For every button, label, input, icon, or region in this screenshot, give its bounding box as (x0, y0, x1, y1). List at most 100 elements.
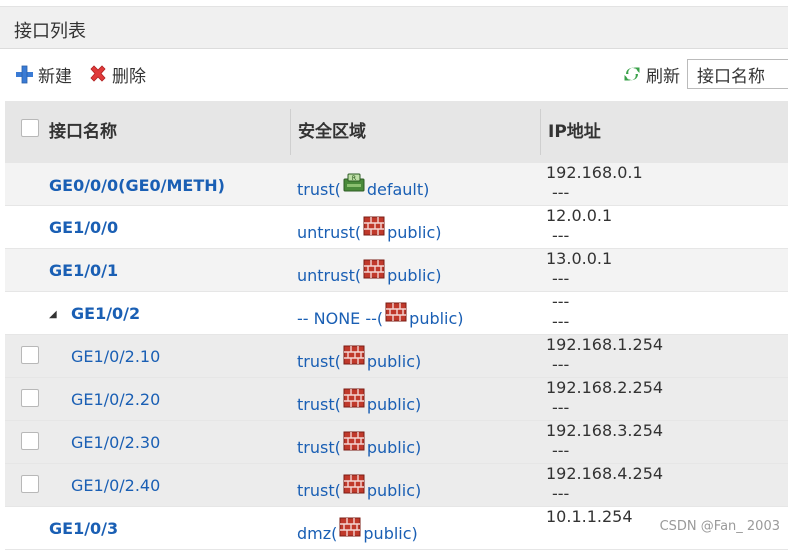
zone-name: trust( (297, 352, 341, 371)
vsys-name: public) (387, 223, 442, 242)
zone-name: trust( (297, 180, 341, 199)
table-row[interactable]: GE1/0/2.40 trust( public) 192.168.4.254-… (5, 464, 788, 507)
row-checkbox[interactable] (21, 389, 39, 407)
delete-button[interactable]: 删除 (88, 63, 146, 87)
table-row[interactable]: GE1/0/2.20 trust( public) 192.168.2.254-… (5, 378, 788, 421)
interface-name-link[interactable]: GE1/0/2 (71, 304, 140, 323)
firewall-icon (343, 431, 365, 451)
zone-name: -- NONE --( (297, 309, 384, 328)
refresh-button-label: 刷新 (646, 66, 680, 87)
svg-text:R: R (352, 175, 356, 182)
interface-name-link[interactable]: GE1/0/2.10 (71, 347, 160, 366)
ip-secondary: --- (552, 312, 570, 331)
ip-primary: 192.168.4.254 (546, 464, 664, 483)
security-zone-link[interactable]: trust( R default) (297, 173, 430, 199)
ip-primary: 192.168.2.254 (546, 378, 664, 397)
top-border (0, 0, 788, 7)
interface-name-link[interactable]: GE1/0/2.30 (71, 433, 160, 452)
interface-name-link[interactable]: GE1/0/2.20 (71, 390, 160, 409)
table-row[interactable]: GE0/0/0(GE0/METH) trust( R default) 192.… (5, 163, 788, 206)
zone-name: trust( (297, 438, 341, 457)
ip-secondary: --- (552, 269, 570, 288)
ip-address: --- --- (546, 292, 569, 332)
vsys-name: public) (366, 438, 422, 457)
firewall-icon (343, 388, 365, 408)
firewall-icon (343, 474, 365, 494)
ip-primary: 13.0.0.1 (546, 249, 613, 268)
tree-collapse-icon[interactable]: ◢ (49, 309, 57, 320)
ip-primary: --- (552, 292, 570, 311)
refresh-icon (622, 64, 642, 84)
ip-secondary: --- (552, 355, 570, 374)
zone-name: trust( (297, 395, 341, 414)
security-zone-link[interactable]: trust( public) (297, 345, 422, 371)
zone-name: untrust( (297, 266, 362, 285)
panel-header: 接口列表 (0, 7, 788, 49)
security-zone-link[interactable]: untrust( public) (297, 259, 442, 285)
security-zone-link[interactable]: trust( public) (297, 474, 421, 500)
ip-primary: 12.0.0.1 (546, 206, 613, 225)
ip-primary: 192.168.3.254 (546, 421, 664, 440)
new-button-label: 新建 (38, 66, 72, 87)
ip-secondary: --- (552, 484, 570, 503)
plus-icon (14, 64, 34, 84)
row-checkbox[interactable] (21, 475, 39, 493)
vsys-name: public) (366, 352, 422, 371)
panel-title: 接口列表 (14, 21, 86, 42)
column-header-ip[interactable]: IP地址 (540, 101, 601, 163)
security-zone-link[interactable]: untrust( public) (297, 216, 442, 242)
column-header-zone[interactable]: 安全区域 (290, 101, 366, 163)
delete-button-label: 删除 (112, 66, 146, 87)
toolbar: 新建 删除 刷新 接口名称 (0, 49, 788, 99)
ip-primary: 192.168.1.254 (546, 335, 664, 354)
ip-address: 192.168.4.254 --- (546, 464, 663, 504)
ip-address: 192.168.0.1 --- (546, 163, 643, 203)
vsys-name: public) (409, 309, 464, 328)
new-button[interactable]: 新建 (14, 63, 72, 87)
zone-name: untrust( (297, 223, 362, 242)
security-zone-link[interactable]: -- NONE --( public) (297, 302, 464, 328)
ip-address: 10.1.1.254 (546, 507, 633, 527)
security-zone-link[interactable]: trust( public) (297, 431, 422, 457)
column-header-name[interactable]: 接口名称 (41, 101, 117, 163)
zone-name: dmz( (297, 524, 338, 543)
vsys-name: default) (366, 180, 430, 199)
vsys-name: public) (387, 266, 442, 285)
table-row[interactable]: GE1/0/2.30 trust( public) 192.168.3.254-… (5, 421, 788, 464)
vsys-default-icon: R (343, 173, 365, 193)
interface-name-link[interactable]: GE1/0/1 (49, 261, 118, 280)
interface-name-link[interactable]: GE1/0/2.40 (71, 476, 160, 495)
ip-primary: 192.168.0.1 (546, 163, 643, 182)
vsys-name: public) (363, 524, 418, 543)
table-row[interactable]: ◢ GE1/0/2 -- NONE --( public) --- --- (5, 292, 788, 335)
ip-address: 13.0.0.1 --- (546, 249, 612, 289)
interface-name-link[interactable]: GE1/0/3 (49, 519, 118, 538)
firewall-icon (363, 259, 385, 279)
ip-secondary: --- (552, 183, 570, 202)
firewall-icon (385, 302, 407, 322)
refresh-button[interactable]: 刷新 (622, 63, 680, 87)
interface-name-link[interactable]: GE1/0/0 (49, 218, 118, 237)
firewall-icon (343, 345, 365, 365)
vsys-name: public) (366, 395, 422, 414)
interface-table: 接口名称 安全区域 IP地址 GE0/0/0(GE0/METH) trust( … (5, 101, 788, 550)
ip-secondary: --- (552, 441, 570, 460)
table-row[interactable]: GE1/0/0 untrust( public) 12.0.0.1 --- (5, 206, 788, 249)
ip-address: 192.168.1.254 --- (546, 335, 663, 375)
ip-address: 192.168.2.254 --- (546, 378, 663, 418)
ip-secondary: --- (552, 226, 570, 245)
table-row[interactable]: GE1/0/2.10 trust( public) 192.168.1.254-… (5, 335, 788, 378)
search-input[interactable]: 接口名称 (687, 59, 788, 89)
select-all-checkbox[interactable] (21, 119, 39, 137)
watermark: CSDN @Fan_ 2003 (659, 519, 780, 534)
table-row[interactable]: GE1/0/1 untrust( public) 13.0.0.1 --- (5, 249, 788, 292)
security-zone-link[interactable]: trust( public) (297, 388, 422, 414)
row-checkbox[interactable] (21, 346, 39, 364)
interface-name-link[interactable]: GE0/0/0(GE0/METH) (49, 176, 225, 195)
ip-primary: 10.1.1.254 (546, 507, 633, 526)
row-checkbox[interactable] (21, 432, 39, 450)
firewall-icon (363, 216, 385, 236)
delete-x-icon (88, 64, 108, 84)
ip-address: 12.0.0.1 --- (546, 206, 612, 246)
ip-secondary: --- (552, 398, 570, 417)
